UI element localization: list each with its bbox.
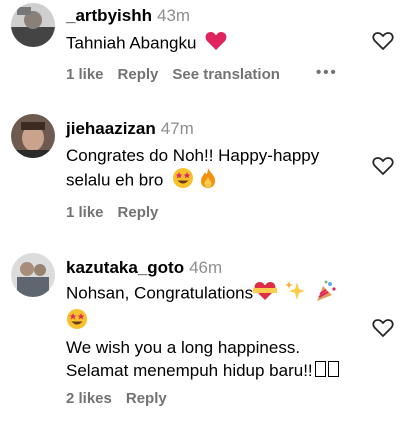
like-count[interactable]: 1 like <box>66 204 104 221</box>
heart-ribbon-emoji <box>253 281 278 307</box>
heart-emoji <box>205 31 227 57</box>
username[interactable]: _artbyishh <box>66 6 152 25</box>
like-count[interactable]: 2 likes <box>66 390 112 407</box>
fire-emoji <box>199 167 217 195</box>
heart-outline-icon[interactable] <box>372 31 394 51</box>
star-eyes-emoji <box>66 308 88 336</box>
comment-text: Tahniah Abangku <box>66 31 227 57</box>
avatar[interactable] <box>11 253 55 297</box>
avatar[interactable] <box>11 3 55 47</box>
unsupported-glyph <box>314 361 326 377</box>
timestamp[interactable]: 43m <box>157 6 190 25</box>
party-popper-emoji <box>315 280 337 308</box>
username[interactable]: kazutaka_goto <box>66 258 184 277</box>
avatar[interactable] <box>11 114 55 158</box>
reply-button[interactable]: Reply <box>118 204 159 221</box>
username[interactable]: jiehaazizan <box>66 119 156 138</box>
comment-text: Congrates do Noh!! Happy-happy selalu eh… <box>66 144 319 195</box>
like-count[interactable]: 1 like <box>66 66 104 83</box>
heart-outline-icon[interactable] <box>372 156 394 176</box>
reply-button[interactable]: Reply <box>126 390 167 407</box>
star-eyes-emoji <box>172 167 194 195</box>
comment-text: Nohsan, Congratulations We wish you a lo… <box>66 280 339 382</box>
heart-outline-icon[interactable] <box>372 318 394 338</box>
sparkles-emoji <box>284 280 306 308</box>
more-options-icon[interactable]: ••• <box>316 64 338 81</box>
timestamp[interactable]: 47m <box>161 119 194 138</box>
reply-button[interactable]: Reply <box>118 66 159 83</box>
unsupported-glyph <box>327 361 339 377</box>
see-translation-button[interactable]: See translation <box>172 66 280 83</box>
timestamp[interactable]: 46m <box>189 258 222 277</box>
